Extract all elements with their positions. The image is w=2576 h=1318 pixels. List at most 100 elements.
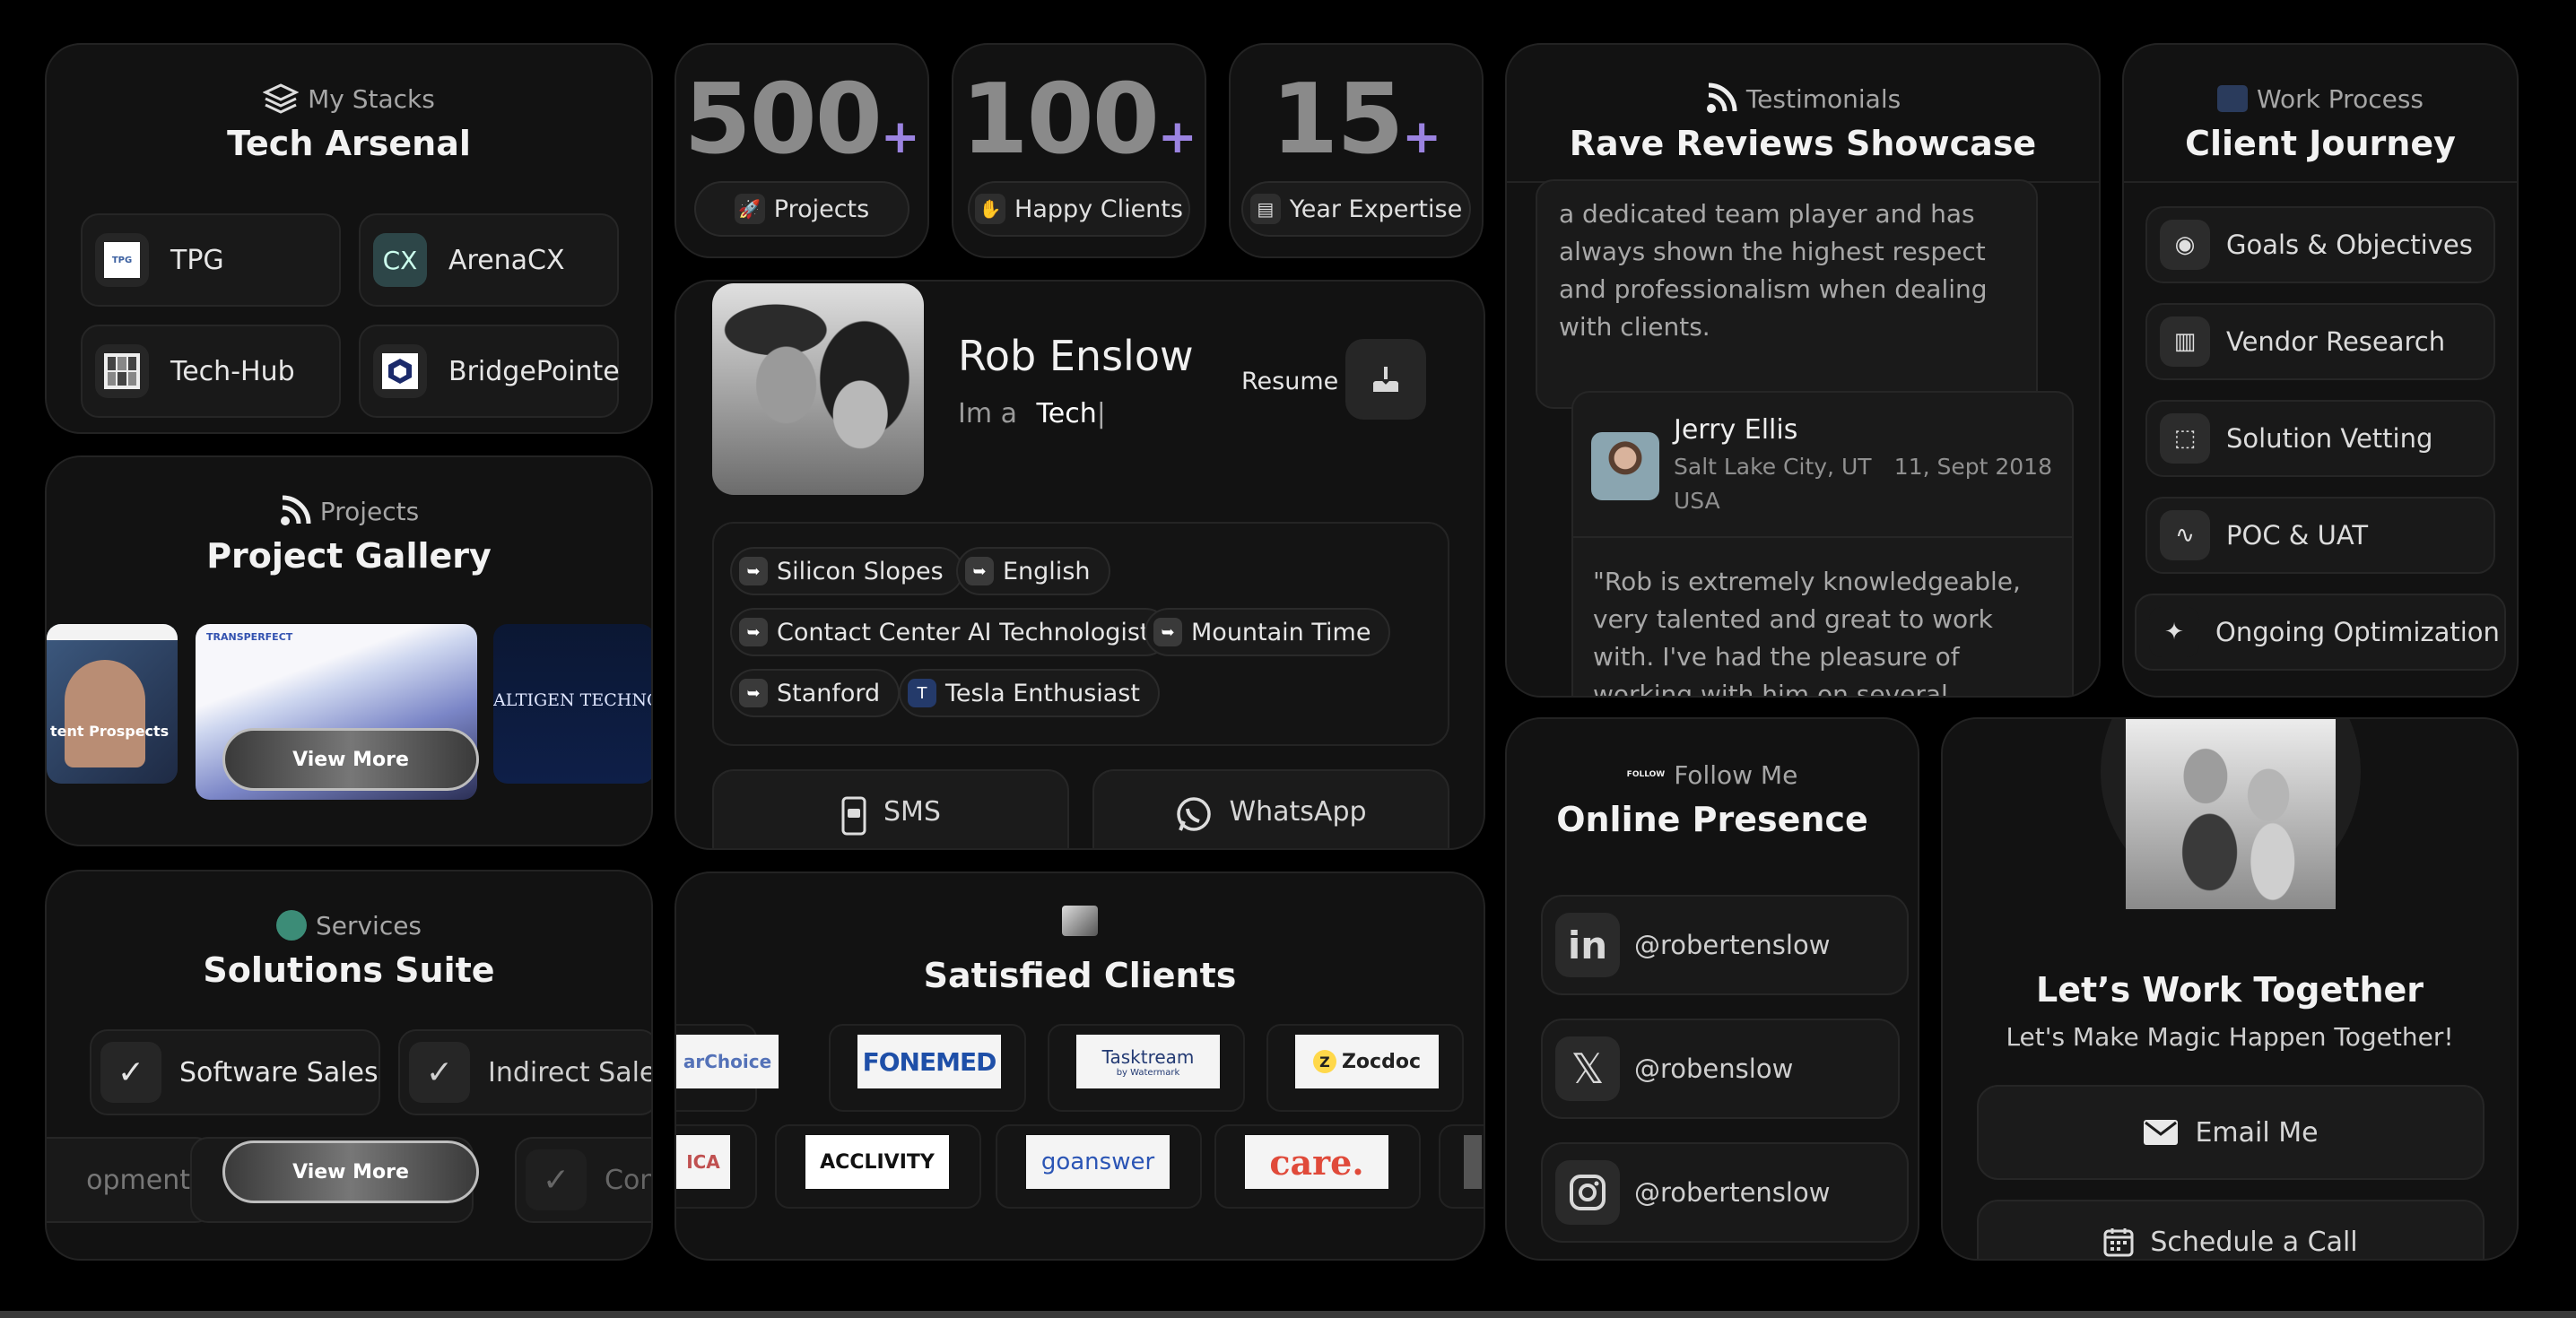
- stack-item-bridgepointe[interactable]: BridgePointe: [359, 325, 620, 418]
- rocket-icon: 🚀: [734, 194, 765, 224]
- client-name: arChoice: [683, 1051, 772, 1072]
- bottom-bar: [0, 1311, 2576, 1318]
- service-label: Software Sales: [179, 1056, 379, 1088]
- project-thumbnail[interactable]: tent Prospects: [47, 624, 178, 784]
- resume-download-button[interactable]: [1345, 339, 1426, 420]
- tesla-icon: T: [908, 679, 936, 707]
- phone-sms-icon: [841, 796, 866, 836]
- stat-label: Year Expertise: [1289, 195, 1463, 223]
- process-step-research[interactable]: ▥ Vendor Research: [2145, 303, 2495, 380]
- social-linkedin[interactable]: in @robertenslow: [1541, 895, 1909, 995]
- poc-icon: ∿: [2175, 522, 2195, 549]
- stat-pill: 🚀 Projects: [694, 181, 909, 237]
- reviewer-location-country: USA: [1674, 488, 1720, 514]
- schedule-call-button[interactable]: Schedule a Call: [1977, 1200, 2485, 1259]
- tag-mountain-time: ➥ Mountain Time: [1144, 608, 1391, 656]
- tag-stanford: ➥ Stanford: [730, 669, 901, 717]
- tag-label: Tesla Enthusiast: [945, 679, 1140, 707]
- client-logo: care.: [1245, 1135, 1388, 1189]
- zocdoc-icon: Z: [1312, 1050, 1336, 1073]
- client-logo: ICA: [676, 1135, 730, 1189]
- linkedin-icon: in: [1567, 923, 1608, 967]
- process-step-optimization[interactable]: ✦ Ongoing Optimization: [2135, 594, 2506, 671]
- stack-item-tpg[interactable]: TPG TPG: [81, 213, 341, 307]
- stat-label: Projects: [773, 195, 870, 223]
- tag-icon: ➥: [1153, 618, 1182, 646]
- process-step-label: Ongoing Optimization: [2215, 617, 2500, 647]
- testimonial-quote: a dedicated team player and has always s…: [1559, 199, 1988, 342]
- stat-plus: +: [1402, 110, 1441, 164]
- reviewer-name: Jerry Ellis: [1674, 414, 1798, 446]
- review-date: 11, Sept 2018: [1893, 454, 2052, 480]
- process-eyebrow: Work Process: [2256, 83, 2424, 114]
- social-instagram[interactable]: @robertenslow: [1541, 1142, 1909, 1243]
- rss-icon: [1706, 82, 1737, 113]
- profile-tagline: Im a Tech|: [958, 398, 1106, 429]
- sms-button[interactable]: SMS: [712, 769, 1069, 848]
- tagline-prefix: Im a: [958, 398, 1017, 429]
- service-indirect-sales[interactable]: ✓ Indirect Sales: [398, 1029, 651, 1115]
- client-logo: ACCLIVITY: [805, 1135, 949, 1189]
- tag-label: English: [1003, 557, 1091, 585]
- stat-plus: +: [1157, 110, 1197, 164]
- mail-icon: [2144, 1120, 2179, 1145]
- social-handle: @robertenslow: [1634, 1177, 1831, 1208]
- follow-title: Online Presence: [1556, 800, 1868, 839]
- social-x[interactable]: 𝕏 @robenslow: [1541, 1019, 1900, 1119]
- clients-title: Satisfied Clients: [923, 956, 1237, 995]
- sms-label: SMS: [883, 796, 941, 828]
- stacks-card: My Stacks Tech Arsenal TPG TPG CX ArenaC…: [45, 43, 653, 434]
- projects-eyebrow: Projects: [319, 496, 420, 526]
- target-icon: ◉: [2174, 231, 2196, 258]
- process-step-vetting[interactable]: ⬚ Solution Vetting: [2145, 400, 2495, 477]
- view-more-projects-button[interactable]: View More: [222, 728, 479, 791]
- process-card: Work Process Client Journey ◉ Goals & Ob…: [2122, 43, 2519, 698]
- tag-label: Stanford: [777, 679, 881, 707]
- follow-badge-icon: FOLLOW: [1626, 770, 1666, 779]
- download-icon: [1373, 367, 1398, 392]
- bridgepointe-logo-icon: [382, 353, 418, 389]
- instagram-icon: [1570, 1175, 1606, 1210]
- wand-icon: ✦: [2164, 619, 2184, 646]
- client-name: goanswer: [1040, 1149, 1155, 1175]
- check-icon: ✓: [117, 1054, 145, 1091]
- process-step-goals[interactable]: ◉ Goals & Objectives: [2145, 206, 2495, 283]
- stack-item-techhub[interactable]: Tech-Hub: [81, 325, 341, 418]
- process-step-poc[interactable]: ∿ POC & UAT: [2145, 497, 2495, 574]
- client-subname: by Watermark: [1116, 1067, 1180, 1078]
- process-icon: [2216, 85, 2248, 112]
- services-title: Solutions Suite: [203, 950, 495, 990]
- projects-title: Project Gallery: [206, 536, 492, 576]
- client-name: ACCLIVITY: [820, 1150, 935, 1174]
- clients-card: Satisfied Clients arChoice FONEMED Taskt…: [674, 871, 1485, 1261]
- client-name: Tasktream: [1101, 1045, 1195, 1068]
- view-more-services-button[interactable]: View More: [222, 1140, 479, 1203]
- stat-card-expertise: 15+ ▤ Year Expertise: [1229, 43, 1484, 258]
- email-me-button[interactable]: Email Me: [1977, 1085, 2485, 1180]
- stack-icon: [263, 83, 300, 114]
- service-software-sales[interactable]: ✓ Software Sales: [90, 1029, 380, 1115]
- schedule-call-label: Schedule a Call: [2150, 1227, 2358, 1258]
- stack-item-label: BridgePointe: [448, 355, 620, 387]
- process-step-label: Vendor Research: [2226, 326, 2446, 357]
- stack-item-label: Tech-Hub: [170, 355, 295, 387]
- tag-contact-center: ➥ Contact Center AI Technologist: [730, 608, 1170, 656]
- project-thumbnail[interactable]: ALTIGEN TECHNOLO: [493, 624, 651, 784]
- service-label: opment: [86, 1164, 190, 1196]
- stat-plus: +: [880, 110, 920, 164]
- reviewer-location: Salt Lake City, UT: [1674, 454, 1872, 480]
- clients-icon: [1062, 906, 1098, 936]
- services-icon: [275, 910, 307, 941]
- follow-eyebrow: Follow Me: [1674, 759, 1798, 790]
- stack-item-arenacx[interactable]: CX ArenaCX: [359, 213, 619, 307]
- tag-icon: ➥: [739, 679, 768, 707]
- project-thumb-text: ALTIGEN TECHNOLO: [493, 690, 651, 710]
- whatsapp-button[interactable]: WhatsApp: [1092, 769, 1449, 848]
- testimonials-card: Testimonials Rave Reviews Showcase a ded…: [1505, 43, 2101, 698]
- social-handle: @robertenslow: [1634, 930, 1831, 960]
- service-development[interactable]: opment: [47, 1137, 213, 1223]
- process-title: Client Journey: [2185, 124, 2456, 163]
- cta-subtitle: Let's Make Magic Happen Together!: [2006, 1022, 2454, 1052]
- service-consulting[interactable]: ✓ Con: [515, 1137, 651, 1223]
- process-step-label: Goals & Objectives: [2226, 230, 2473, 260]
